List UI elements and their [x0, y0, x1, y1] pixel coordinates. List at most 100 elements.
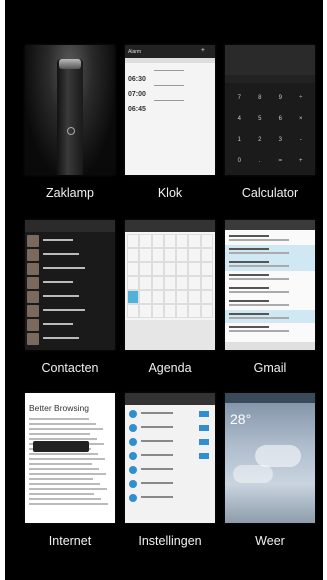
mail-row[interactable]	[225, 310, 315, 323]
calculator-thumbnail[interactable]: 7 8 9 ÷ 4 5 6 × 1 2 3- 0. = +	[225, 45, 315, 175]
calculator-key[interactable]: -	[291, 137, 312, 143]
contact-row[interactable]	[25, 248, 115, 262]
settings-row[interactable]	[125, 407, 215, 421]
contact-row[interactable]	[25, 304, 115, 318]
calendar-day-cell[interactable]	[188, 304, 201, 318]
calendar-day-cell[interactable]	[163, 290, 177, 304]
mail-row[interactable]	[225, 258, 315, 271]
calendar-day-cell[interactable]	[176, 304, 189, 318]
calendar-day-cell[interactable]	[176, 248, 189, 262]
calendar-day-cell[interactable]	[127, 262, 140, 276]
settings-row[interactable]	[125, 449, 215, 463]
calendar-day-cell[interactable]	[176, 262, 189, 276]
avatar	[27, 235, 39, 247]
calendar-day-cell[interactable]	[127, 304, 140, 318]
mail-row[interactable]	[225, 323, 315, 336]
calendar-day-cell[interactable]	[127, 248, 140, 262]
power-icon	[67, 127, 75, 135]
calculator-key[interactable]: 2	[250, 137, 271, 143]
toggle-switch[interactable]	[199, 453, 209, 459]
mail-row[interactable]	[225, 284, 315, 297]
calendar-day-cell[interactable]	[200, 290, 213, 304]
calendar-day-cell[interactable]	[151, 248, 164, 262]
contact-row[interactable]	[25, 276, 115, 290]
calendar-day-cell[interactable]	[151, 276, 164, 290]
toggle-switch[interactable]	[199, 439, 209, 445]
klok-thumbnail[interactable]: Alarm + 06:30 07:00 06:45	[125, 45, 215, 175]
calendar-day-cell[interactable]	[163, 248, 177, 262]
calendar-day-cell[interactable]	[200, 248, 213, 262]
calendar-day-cell[interactable]	[188, 276, 201, 290]
settings-row[interactable]	[125, 491, 215, 505]
alarm-row-3[interactable]: 06:45	[128, 98, 212, 116]
calendar-day-cell[interactable]	[163, 234, 177, 248]
contacten-thumbnail[interactable]	[25, 220, 115, 350]
calendar-day-cell[interactable]	[139, 290, 152, 304]
calendar-day-cell[interactable]	[188, 262, 201, 276]
calendar-day-cell[interactable]	[200, 234, 213, 248]
calculator-key[interactable]: 4	[229, 116, 250, 122]
settings-row[interactable]	[125, 435, 215, 449]
calendar-day-cell[interactable]	[127, 276, 140, 290]
calendar-day-cell[interactable]	[151, 290, 164, 304]
settings-row[interactable]	[125, 421, 215, 435]
calendar-day-cell[interactable]	[139, 304, 152, 318]
calculator-key[interactable]: 0	[229, 158, 250, 164]
calendar-day-cell[interactable]	[151, 262, 164, 276]
calendar-day-cell[interactable]	[188, 290, 201, 304]
calendar-day-cell[interactable]	[200, 276, 213, 290]
mail-row[interactable]	[225, 297, 315, 310]
calculator-key[interactable]: =	[270, 158, 291, 164]
mail-row[interactable]	[225, 271, 315, 284]
toggle-switch[interactable]	[199, 425, 209, 431]
calendar-day-cell[interactable]	[139, 276, 152, 290]
calendar-day-cell[interactable]	[200, 262, 213, 276]
weer-thumbnail[interactable]: 28°	[225, 393, 315, 523]
instellingen-thumbnail[interactable]	[125, 393, 215, 523]
calculator-key[interactable]: 1	[229, 137, 250, 143]
calendar-day-cell[interactable]	[127, 290, 140, 304]
cloud-icon-2	[233, 465, 273, 483]
contact-row[interactable]	[25, 318, 115, 332]
agenda-thumbnail[interactable]	[125, 220, 215, 350]
settings-row[interactable]	[125, 463, 215, 477]
calendar-day-cell[interactable]	[163, 262, 177, 276]
calendar-day-cell[interactable]	[176, 234, 189, 248]
calculator-key[interactable]: 5	[250, 116, 271, 122]
zaklamp-thumbnail[interactable]	[25, 45, 115, 175]
calendar-day-cell[interactable]	[188, 234, 201, 248]
calendar-day-cell[interactable]	[151, 304, 164, 318]
calendar-day-cell[interactable]	[151, 234, 164, 248]
calculator-key[interactable]: 3	[270, 137, 291, 143]
clock-tabs	[125, 58, 215, 63]
calculator-key[interactable]: 9	[270, 95, 291, 101]
calculator-key[interactable]: .	[250, 158, 271, 164]
calendar-day-cell[interactable]	[176, 276, 189, 290]
calendar-day-cell[interactable]	[127, 234, 140, 248]
calculator-key[interactable]: ÷	[291, 95, 312, 101]
calculator-key[interactable]: 6	[270, 116, 291, 122]
calendar-day-cell[interactable]	[176, 290, 189, 304]
calculator-key[interactable]: 7	[229, 95, 250, 101]
calendar-day-cell[interactable]	[163, 304, 177, 318]
mail-row[interactable]	[225, 245, 315, 258]
settings-row[interactable]	[125, 477, 215, 491]
gmail-thumbnail[interactable]	[225, 220, 315, 350]
contact-row[interactable]	[25, 290, 115, 304]
toggle-switch[interactable]	[199, 411, 209, 417]
contact-row[interactable]	[25, 262, 115, 276]
calendar-day-cell[interactable]	[188, 248, 201, 262]
internet-thumbnail[interactable]: Better Browsing	[25, 393, 115, 523]
calendar-day-cell[interactable]	[163, 276, 177, 290]
calendar-day-cell[interactable]	[139, 262, 152, 276]
calendar-day-cell[interactable]	[139, 248, 152, 262]
contact-row[interactable]	[25, 234, 115, 248]
calculator-key[interactable]: ×	[291, 116, 312, 122]
mail-row[interactable]	[225, 232, 315, 245]
calendar-day-cell[interactable]	[139, 234, 152, 248]
contact-row[interactable]	[25, 332, 115, 346]
calculator-key[interactable]: +	[291, 158, 312, 164]
calendar-day-cell[interactable]	[200, 304, 213, 318]
calculator-key[interactable]: 8	[250, 95, 271, 101]
setting-icon	[129, 494, 137, 502]
